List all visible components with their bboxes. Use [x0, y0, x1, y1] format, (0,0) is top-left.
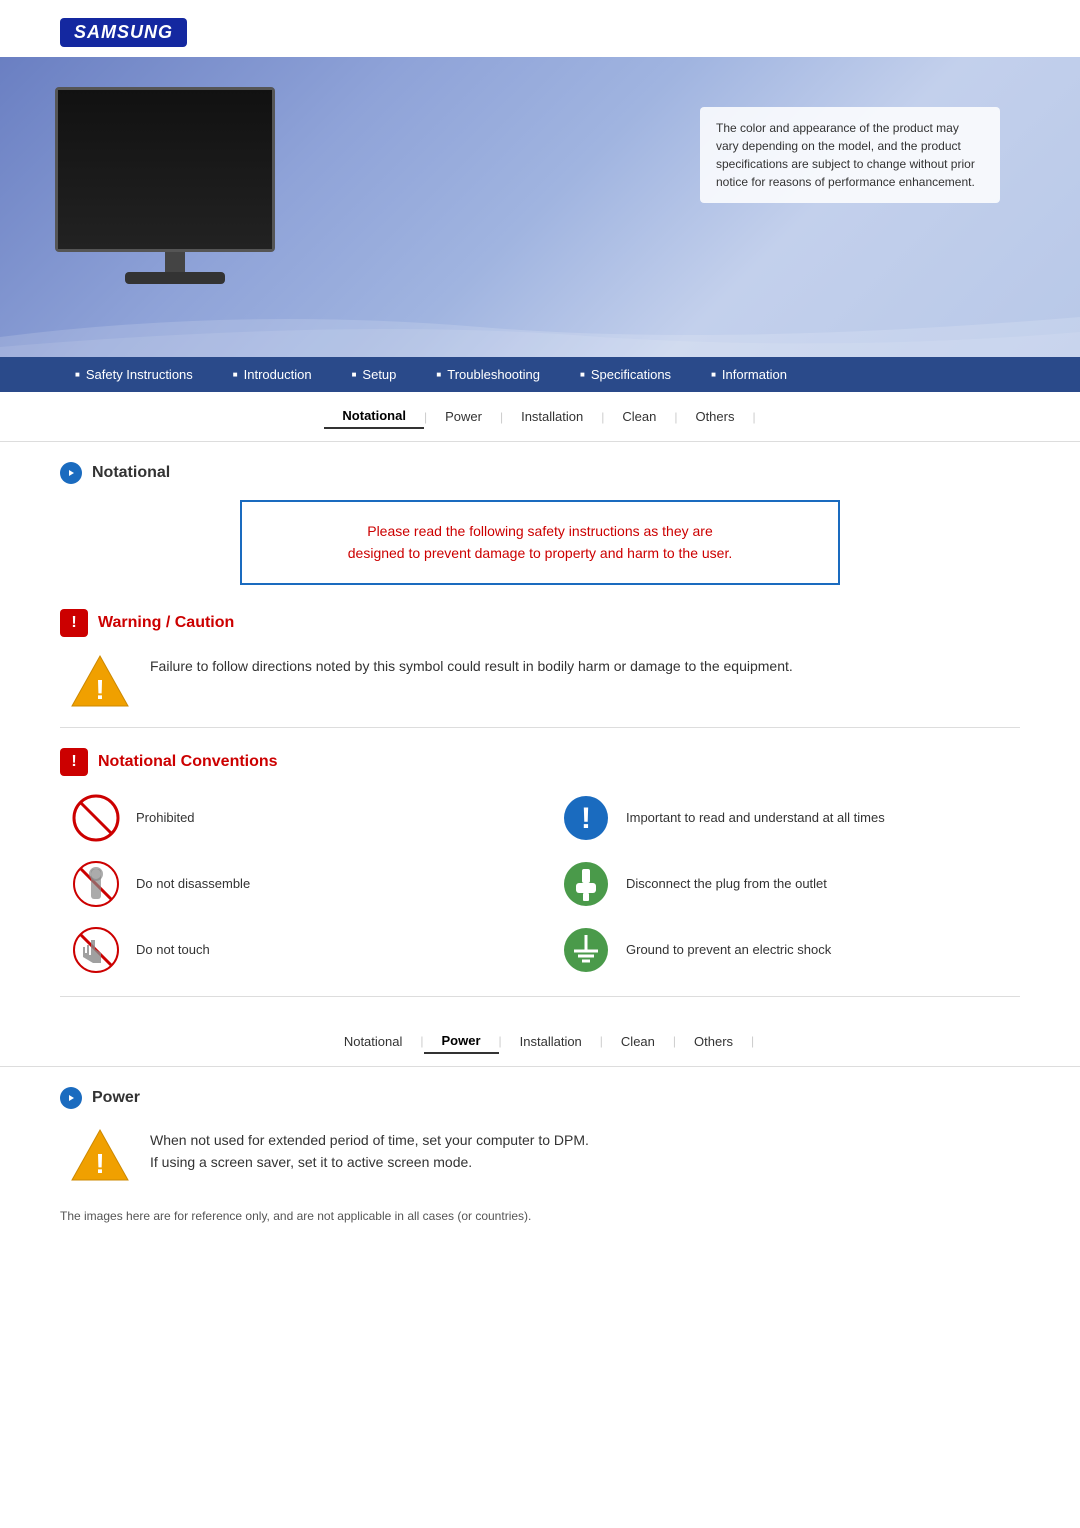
ground-label: Ground to prevent an electric shock — [626, 942, 831, 957]
sub-nav-notational[interactable]: Notational — [324, 404, 424, 429]
circle-arrow-icon — [64, 466, 78, 480]
warning-section: ! Warning / Caution ! Failure to follow … — [60, 609, 1020, 728]
main-nav: Safety Instructions Introduction Setup T… — [0, 357, 1080, 392]
convention-no-touch: Do not touch — [70, 924, 530, 976]
notational-title: Notational — [92, 464, 170, 482]
monitor-illustration — [55, 77, 295, 317]
sub-nav-power[interactable]: Power — [427, 405, 500, 428]
page-header: SAMSUNG — [0, 0, 1080, 57]
notational-icon — [60, 462, 82, 484]
main-content: Notational Please read the following saf… — [0, 442, 1080, 1243]
warning-text: Failure to follow directions noted by th… — [150, 651, 793, 677]
footnote-text: The images here are for reference only, … — [60, 1201, 1020, 1223]
sub-nav-2-power[interactable]: Power — [424, 1029, 499, 1054]
nav-tab-setup[interactable]: Setup — [332, 357, 417, 392]
nav-tab-safety[interactable]: Safety Instructions — [55, 357, 213, 392]
prohibited-label: Prohibited — [136, 810, 195, 825]
sub-nav-2-clean[interactable]: Clean — [603, 1030, 673, 1053]
nav-tab-information[interactable]: Information — [691, 357, 807, 392]
warning-label: Warning / Caution — [98, 614, 234, 632]
power-section-icon — [60, 1087, 82, 1109]
convention-important: ! Important to read and understand at al… — [560, 792, 1020, 844]
svg-text:!: ! — [581, 802, 591, 835]
svg-text:!: ! — [95, 1148, 104, 1179]
nav-tab-introduction[interactable]: Introduction — [213, 357, 332, 392]
nav-tab-troubleshooting[interactable]: Troubleshooting — [416, 357, 560, 392]
power-title: Power — [92, 1089, 140, 1107]
power-text: When not used for extended period of tim… — [150, 1125, 589, 1174]
convention-disconnect: Disconnect the plug from the outlet — [560, 858, 1020, 910]
nav-tab-specifications[interactable]: Specifications — [560, 357, 691, 392]
ground-icon — [560, 924, 612, 976]
conventions-label: Notational Conventions — [98, 753, 278, 771]
svg-text:!: ! — [95, 674, 104, 705]
notational-header: Notational — [60, 462, 1020, 484]
warning-triangle-icon: ! — [70, 651, 130, 711]
sub-nav-others[interactable]: Others — [677, 405, 752, 428]
important-icon: ! — [560, 792, 612, 844]
banner-disclaimer: The color and appearance of the product … — [700, 107, 1000, 203]
warning-title-row: ! Warning / Caution — [60, 609, 1020, 637]
sub-nav-2-notational[interactable]: Notational — [326, 1030, 421, 1053]
monitor-screen — [58, 90, 272, 249]
warning-icon: ! — [60, 609, 88, 637]
power-circle-icon — [64, 1091, 78, 1105]
sub-nav-2-others[interactable]: Others — [676, 1030, 751, 1053]
no-touch-icon — [70, 924, 122, 976]
product-banner: The color and appearance of the product … — [0, 57, 1080, 357]
monitor-body — [55, 87, 275, 252]
disconnect-icon — [560, 858, 612, 910]
warning-content: ! Failure to follow directions noted by … — [70, 651, 1020, 711]
disassemble-label: Do not disassemble — [136, 876, 250, 891]
sub-nav-2-sep-5: | — [751, 1034, 754, 1048]
conventions-title-row: ! Notational Conventions — [60, 748, 1020, 776]
power-header: Power — [60, 1087, 1020, 1109]
disconnect-label: Disconnect the plug from the outlet — [626, 876, 827, 891]
power-section: Power ! When not used for extended perio… — [60, 1087, 1020, 1223]
sub-nav-installation[interactable]: Installation — [503, 405, 601, 428]
prohibited-icon — [70, 792, 122, 844]
sub-nav-2: Notational | Power | Installation | Clea… — [0, 1017, 1080, 1067]
sub-nav-clean[interactable]: Clean — [604, 405, 674, 428]
sub-nav-sep-5: | — [752, 410, 755, 424]
disassemble-icon — [70, 858, 122, 910]
monitor-stand-base — [125, 272, 225, 284]
sub-nav-2-installation[interactable]: Installation — [502, 1030, 600, 1053]
conventions-icon: ! — [60, 748, 88, 776]
important-label: Important to read and understand at all … — [626, 810, 885, 825]
safety-info-box: Please read the following safety instruc… — [240, 500, 840, 585]
samsung-logo: SAMSUNG — [60, 18, 187, 47]
power-warning-triangle-icon: ! — [70, 1125, 130, 1185]
conventions-section: ! Notational Conventions Prohibited — [60, 748, 1020, 997]
sub-nav-1: Notational | Power | Installation | Clea… — [0, 392, 1080, 442]
convention-ground: Ground to prevent an electric shock — [560, 924, 1020, 976]
convention-disassemble: Do not disassemble — [70, 858, 530, 910]
no-touch-label: Do not touch — [136, 942, 210, 957]
banner-curves-decoration — [0, 297, 1080, 357]
power-content: ! When not used for extended period of t… — [70, 1125, 1020, 1185]
convention-prohibited: Prohibited — [70, 792, 530, 844]
conventions-grid: Prohibited ! Important to read and under… — [70, 792, 1020, 976]
